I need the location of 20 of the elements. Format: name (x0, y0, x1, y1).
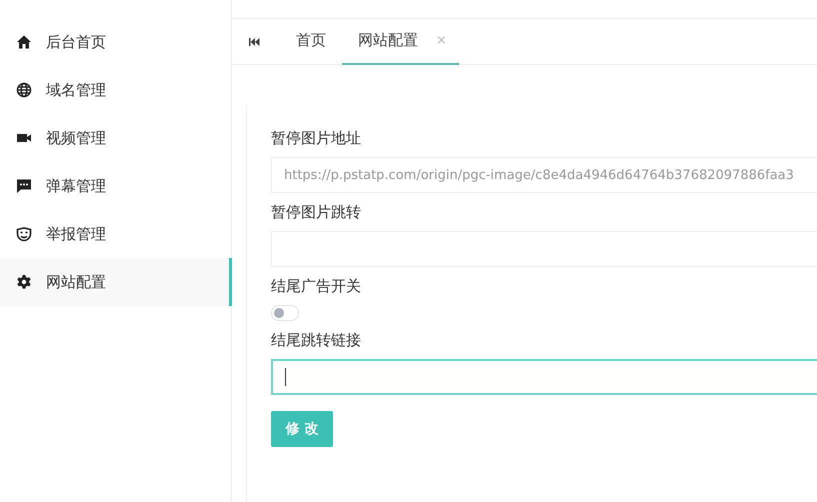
sidebar-item[interactable]: 后台首页 (0, 18, 232, 66)
sidebar-item[interactable]: 视频管理 (0, 114, 232, 162)
sidebar-item[interactable]: 弹幕管理 (0, 162, 232, 210)
input-field[interactable] (271, 359, 817, 395)
sidebar-item[interactable]: 域名管理 (0, 66, 232, 114)
field-label: 暂停图片跳转 (271, 203, 362, 222)
tab[interactable]: 首页 (280, 18, 342, 64)
field-label: 结尾跳转链接 (271, 331, 362, 350)
first-page-icon[interactable] (248, 36, 260, 46)
chat-icon (16, 178, 32, 194)
tab[interactable]: 网站配置 × (342, 18, 459, 64)
sidebar-item[interactable]: 举报管理 (0, 210, 232, 258)
field-label: 暂停图片地址 (271, 129, 362, 148)
settings-icon (16, 274, 32, 290)
mask-icon (16, 226, 32, 242)
home-icon (16, 34, 32, 50)
sidebar-item[interactable]: 网站配置 (0, 258, 232, 306)
globe-icon (16, 82, 32, 98)
toggle-switch[interactable] (271, 305, 299, 321)
field-label: 结尾广告开关 (271, 277, 362, 296)
